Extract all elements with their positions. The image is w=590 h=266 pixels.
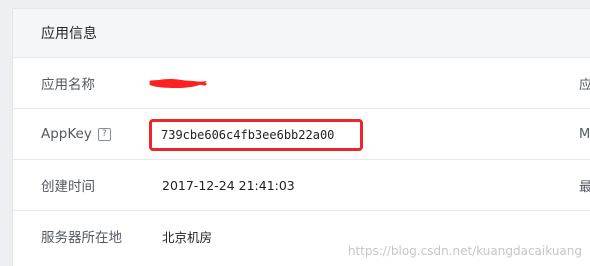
redaction-scribble	[149, 79, 207, 88]
appkey-label-text: AppKey	[41, 126, 92, 142]
app-info-card: 应用信息 应用名称 应 AppKey ? 739cbe606c4fb3ee6bb…	[12, 8, 590, 266]
server-location-label: 服务器所在地	[41, 230, 122, 246]
created-time-label: 创建时间	[41, 179, 95, 195]
app-name-label: 应用名称	[41, 77, 95, 93]
watermark: https://blog.csdn.net/kuangdacaikuang	[347, 244, 582, 258]
row-created-time: 创建时间 2017-12-24 21:41:03 最	[13, 160, 590, 211]
row-appkey: AppKey ? 739cbe606c4fb3ee6bb22a00 M	[13, 109, 590, 160]
appkey-value: 739cbe606c4fb3ee6bb22a00	[149, 119, 363, 151]
row-app-name: 应用名称 应	[13, 58, 590, 109]
help-icon[interactable]: ?	[97, 127, 111, 141]
created-time-value: 2017-12-24 21:41:03	[162, 177, 295, 193]
row-edge-text: 最	[579, 176, 590, 195]
appkey-label: AppKey ?	[41, 126, 111, 142]
row-edge-text: 应	[579, 74, 590, 93]
row-edge-text: M	[579, 126, 590, 142]
server-location-value: 北京机房	[162, 229, 213, 245]
card-header: 应用信息	[13, 9, 590, 58]
card-title: 应用信息	[41, 26, 97, 42]
